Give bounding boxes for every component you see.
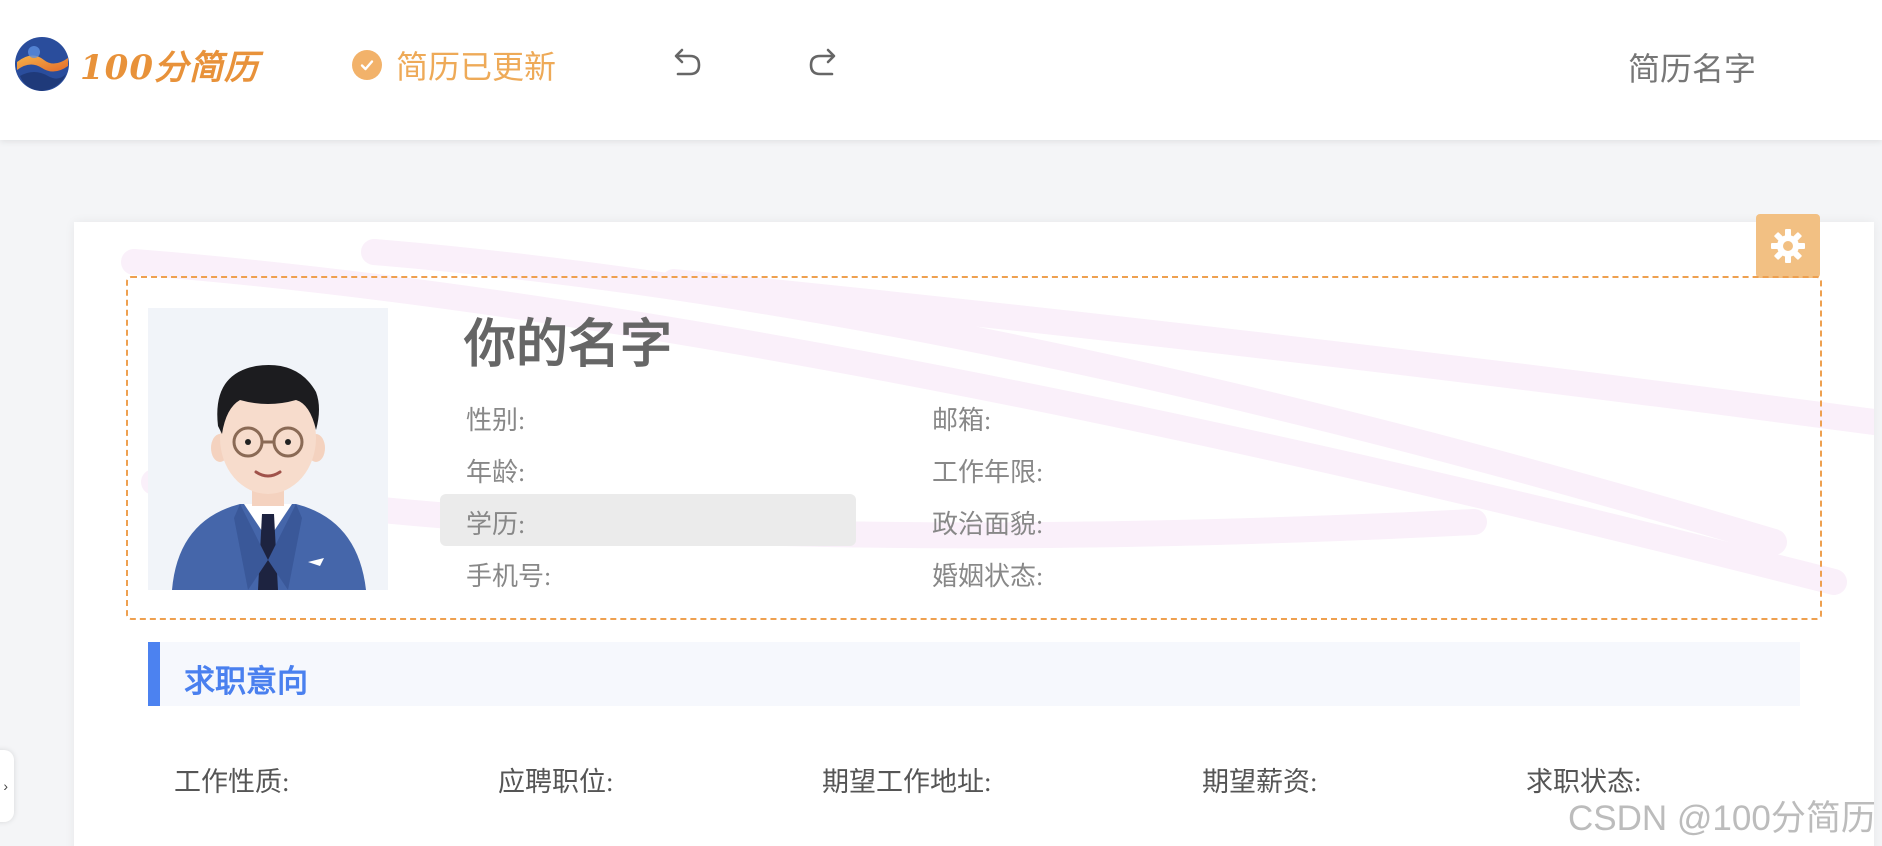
logo[interactable]: 100分简历 [14,36,259,92]
status-text: 简历已更新 [396,49,557,85]
avatar[interactable] [148,308,388,590]
gear-icon [1771,229,1805,263]
settings-button[interactable] [1756,214,1820,278]
top-bar: 100分简历 简历已更新 简历名字 [0,0,1882,140]
avatar-illustration [172,365,366,590]
candidate-name[interactable]: 你的名字 [464,302,672,377]
field-expected-salary[interactable]: 期望薪资: [1202,760,1318,799]
section-header-bar [148,642,1800,706]
field-expected-location[interactable]: 期望工作地址: [822,760,992,799]
field-email[interactable]: 邮箱: [932,400,991,437]
field-political-status[interactable]: 政治面貌: [932,504,1043,541]
resume-name[interactable]: 简历名字 [1628,44,1756,90]
field-gender[interactable]: 性别: [466,400,525,437]
logo-globe-icon [15,37,69,91]
field-position[interactable]: 应聘职位: [498,760,614,799]
field-marital-status[interactable]: 婚姻状态: [932,556,1043,593]
field-phone[interactable]: 手机号: [466,556,551,593]
check-circle-icon [352,50,382,80]
side-panel-toggle[interactable]: › [0,750,14,822]
save-status: 简历已更新 [352,42,556,88]
section-accent [148,642,160,706]
field-education[interactable]: 学历: [466,504,525,541]
redo-icon[interactable] [804,44,844,84]
field-work-years[interactable]: 工作年限: [932,452,1043,489]
section-title-job-intent[interactable]: 求职意向 [184,656,308,701]
field-job-type[interactable]: 工作性质: [174,760,290,799]
watermark: CSDN @100分简历 [1568,799,1876,838]
field-age[interactable]: 年龄: [466,452,525,489]
chevron-right-icon: › [3,778,8,794]
undo-icon[interactable] [666,44,706,84]
logo-text: 100分简历 [80,47,259,88]
